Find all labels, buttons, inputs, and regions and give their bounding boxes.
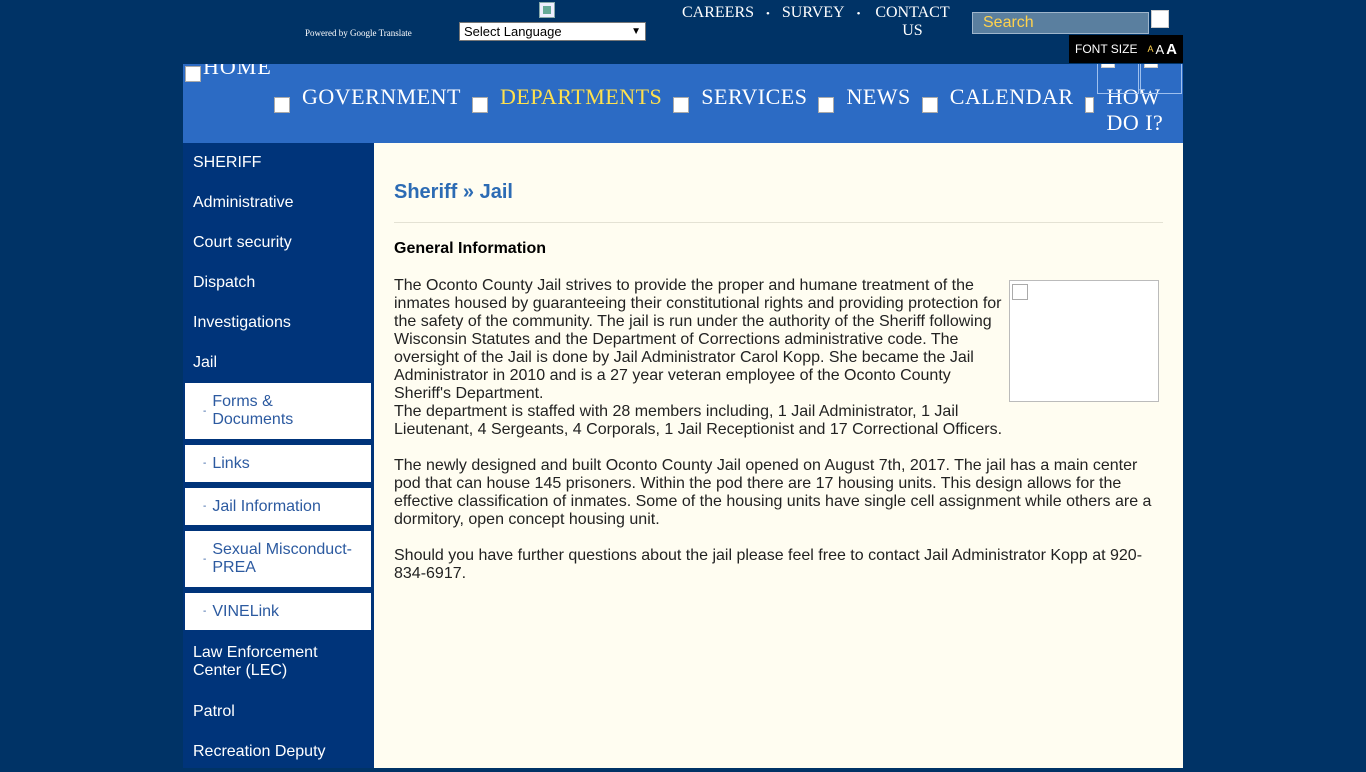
main-nav-items: GOVERNMENT DEPARTMENTS SERVICES NEWS CAL… xyxy=(274,84,1183,136)
nav-item-calendar[interactable]: CALENDAR xyxy=(921,84,1074,136)
nav-item-label: CALENDAR xyxy=(949,84,1074,109)
sidebar-item-investigations[interactable]: Investigations xyxy=(183,303,374,343)
sidebar-subitem-prea[interactable]: - Sexual Misconduct-PREA xyxy=(185,531,371,587)
home-link[interactable]: HOME xyxy=(203,64,272,80)
nav-separator: • xyxy=(766,8,770,20)
section-heading: General Information xyxy=(394,240,547,257)
social-button[interactable] xyxy=(1097,64,1139,94)
news-icon xyxy=(818,97,835,113)
sidebar-item-administrative[interactable]: Administrative xyxy=(183,183,374,223)
government-icon xyxy=(274,97,290,113)
nav-item-services[interactable]: SERVICES xyxy=(673,84,807,136)
breadcrumb: Sheriff » Jail xyxy=(394,181,513,203)
sidebar-item-recreation-deputy[interactable]: Recreation Deputy xyxy=(183,732,374,772)
paragraph-staffing: The department is staffed with 28 member… xyxy=(394,403,1003,438)
nav-item-departments[interactable]: DEPARTMENTS xyxy=(472,84,662,136)
font-size-control: FONT SIZE A A A xyxy=(1069,35,1183,63)
nav-item-label: SERVICES xyxy=(701,84,808,109)
departments-icon xyxy=(472,97,488,113)
bullet-dash: - xyxy=(203,405,207,417)
sidebar-item-court-security[interactable]: Court security xyxy=(183,223,374,263)
sidebar-item-label: Law Enforcement Center (LEC) xyxy=(193,644,318,679)
sidebar-subitem-label: Forms & Documents xyxy=(212,393,294,428)
utility-nav: CAREERS • SURVEY • CONTACT US xyxy=(682,4,952,40)
google-translate-credit: Powered by Google Translate xyxy=(305,28,412,38)
sidebar-subitem-vinelink[interactable]: - VINELink xyxy=(185,593,371,630)
sidebar-item-dispatch[interactable]: Dispatch xyxy=(183,263,374,303)
language-select-label: Select Language xyxy=(464,24,562,39)
divider xyxy=(394,222,1163,223)
sidebar-item-jail[interactable]: Jail xyxy=(183,343,374,383)
sidebar-subitem-label: VINELink xyxy=(212,602,280,620)
bullet-dash: - xyxy=(203,553,207,565)
contact-us-link[interactable]: CONTACT US xyxy=(872,4,952,40)
social-icon xyxy=(1101,64,1115,68)
sidebar-subitem-jail-information[interactable]: - Jail Information xyxy=(185,488,371,525)
page-wrapper: Powered by Google Translate Select Langu… xyxy=(183,0,1183,768)
bullet-dash: - xyxy=(203,606,207,617)
careers-link[interactable]: CAREERS xyxy=(682,4,754,40)
paragraph-facility: The newly designed and built Oconto Coun… xyxy=(394,457,1152,528)
search-input[interactable]: Search xyxy=(972,12,1149,34)
sidebar-subitem-forms-documents[interactable]: - Forms & Documents xyxy=(185,383,371,439)
sidebar-subitem-label: Sexual Misconduct-PREA xyxy=(212,541,352,576)
chevron-down-icon: ▼ xyxy=(631,26,641,37)
social-icon xyxy=(1144,64,1158,68)
font-size-large-button[interactable]: A xyxy=(1166,41,1177,58)
font-size-small-button[interactable]: A xyxy=(1147,44,1153,54)
nav-item-news[interactable]: NEWS xyxy=(818,84,910,136)
how-do-i-icon xyxy=(1084,97,1095,113)
sidebar: SHERIFF Administrative Court security Di… xyxy=(183,143,374,768)
bullet-dash: - xyxy=(203,458,207,469)
paragraph-intro: The Oconto County Jail strives to provid… xyxy=(394,277,1002,402)
sidebar-item-law-enforcement-center[interactable]: Law Enforcement Center (LEC) xyxy=(183,632,374,692)
nav-item-label: NEWS xyxy=(846,84,911,109)
font-size-medium-button[interactable]: A xyxy=(1155,42,1164,57)
sidebar-item-sheriff[interactable]: SHERIFF xyxy=(183,143,374,183)
nav-item-government[interactable]: GOVERNMENT xyxy=(274,84,461,136)
calendar-icon xyxy=(921,97,938,113)
sidebar-subitem-label: Jail Information xyxy=(212,497,321,515)
search-icon xyxy=(1151,10,1169,28)
social-button[interactable] xyxy=(1140,64,1182,94)
nav-separator: • xyxy=(856,8,861,20)
sidebar-subitem-label: Links xyxy=(212,454,250,472)
google-translate-logo-icon xyxy=(539,2,555,18)
main-nav: HOME GOVERNMENT DEPARTMENTS SERVICES NEW… xyxy=(183,64,1183,143)
top-bar: Powered by Google Translate Select Langu… xyxy=(183,0,1183,64)
language-select[interactable]: Select Language ▼ xyxy=(459,22,646,41)
bullet-dash: - xyxy=(203,501,207,512)
sidebar-subitem-links[interactable]: - Links xyxy=(185,445,371,482)
sidebar-item-patrol[interactable]: Patrol xyxy=(183,692,374,732)
nav-item-label: DEPARTMENTS xyxy=(500,84,663,109)
services-icon xyxy=(673,97,690,113)
search-button[interactable] xyxy=(1151,10,1169,34)
main-content: Sheriff » Jail General Information The O… xyxy=(374,143,1183,768)
paragraph-contact: Should you have further questions about … xyxy=(394,547,1143,582)
font-size-label: FONT SIZE xyxy=(1075,42,1138,56)
nav-item-label: GOVERNMENT xyxy=(302,84,461,109)
home-icon xyxy=(185,66,201,82)
survey-link[interactable]: SURVEY xyxy=(782,4,845,40)
body-text: The Oconto County Jail strives to provid… xyxy=(394,277,1154,601)
